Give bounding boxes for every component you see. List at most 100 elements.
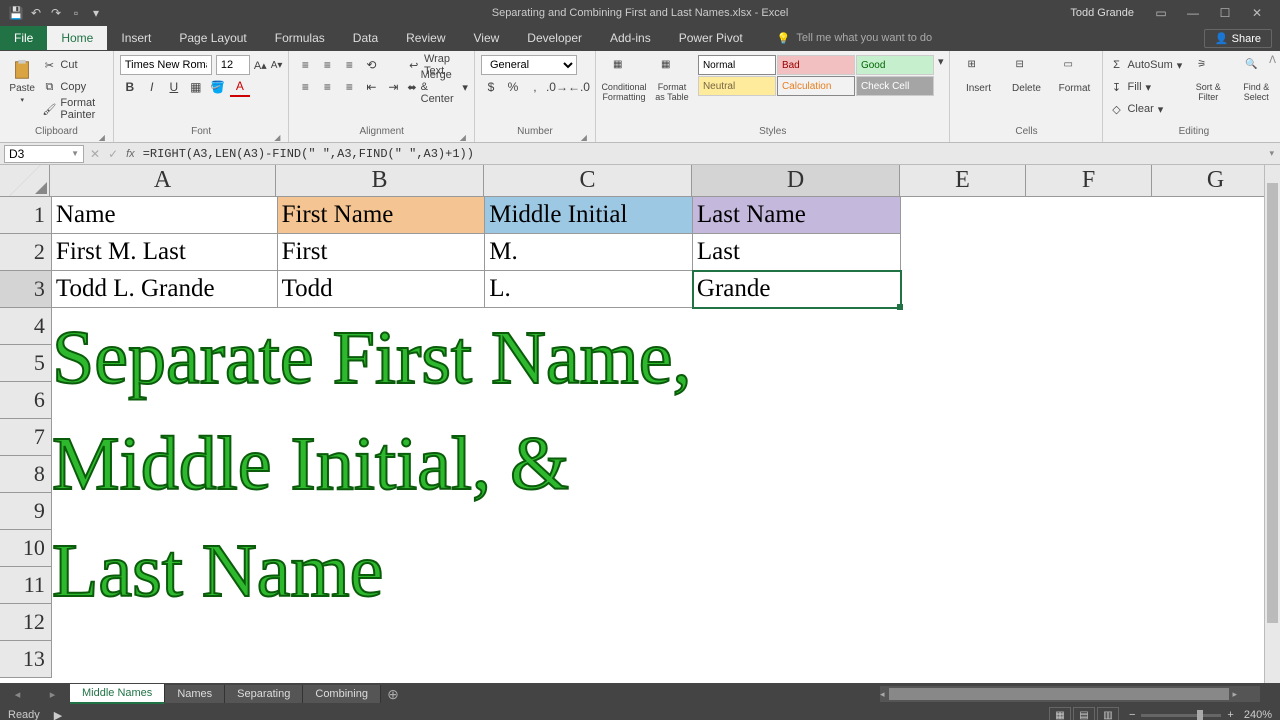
- cell[interactable]: [693, 345, 901, 382]
- tab-nav-arrows[interactable]: ◂▸: [0, 688, 70, 701]
- cell[interactable]: [1152, 197, 1280, 234]
- cell[interactable]: [1152, 530, 1280, 567]
- cell[interactable]: [901, 197, 1027, 234]
- cell[interactable]: [485, 493, 693, 530]
- cell[interactable]: [693, 419, 901, 456]
- cell[interactable]: [1152, 308, 1280, 345]
- cell[interactable]: [1152, 345, 1280, 382]
- save-icon[interactable]: 💾: [8, 5, 24, 21]
- cell[interactable]: [1026, 271, 1152, 308]
- zoom-level[interactable]: 240%: [1244, 709, 1272, 720]
- name-box[interactable]: D3▼: [4, 145, 84, 163]
- tab-file[interactable]: File: [0, 26, 47, 50]
- tab-data[interactable]: Data: [339, 26, 392, 50]
- cell[interactable]: [52, 382, 278, 419]
- cell[interactable]: [485, 382, 693, 419]
- cell[interactable]: [1026, 604, 1152, 641]
- row-header[interactable]: 4: [0, 308, 52, 345]
- cell[interactable]: [693, 604, 901, 641]
- increase-font-icon[interactable]: A▴: [254, 59, 267, 72]
- cell[interactable]: [901, 234, 1027, 271]
- cell[interactable]: [1152, 641, 1280, 678]
- cell[interactable]: Last: [693, 234, 901, 271]
- cell[interactable]: Todd: [278, 271, 486, 308]
- cell[interactable]: [52, 419, 278, 456]
- col-header-E[interactable]: E: [900, 165, 1026, 197]
- cell[interactable]: Grande: [693, 271, 901, 308]
- cell[interactable]: [901, 567, 1027, 604]
- user-name[interactable]: Todd Grande: [1070, 7, 1134, 19]
- share-button[interactable]: 👤 Share: [1204, 29, 1272, 48]
- maximize-icon[interactable]: ☐: [1210, 6, 1240, 20]
- undo-icon[interactable]: ↶: [28, 5, 44, 21]
- cell[interactable]: [901, 493, 1027, 530]
- align-bottom-icon[interactable]: ≡: [339, 55, 359, 75]
- row-header[interactable]: 13: [0, 641, 52, 678]
- cell[interactable]: [1152, 382, 1280, 419]
- delete-cells-button[interactable]: ⊟Delete: [1004, 55, 1048, 98]
- cell[interactable]: [278, 567, 486, 604]
- cell[interactable]: [1026, 493, 1152, 530]
- cell[interactable]: [693, 493, 901, 530]
- cell[interactable]: [278, 382, 486, 419]
- cell[interactable]: [901, 345, 1027, 382]
- cell[interactable]: [1026, 530, 1152, 567]
- comma-icon[interactable]: ,: [525, 77, 545, 97]
- cell[interactable]: [278, 345, 486, 382]
- fill-color-button[interactable]: 🪣: [208, 77, 228, 97]
- cancel-formula-icon[interactable]: ✕: [90, 147, 100, 161]
- row-header[interactable]: 9: [0, 493, 52, 530]
- underline-button[interactable]: U: [164, 77, 184, 97]
- align-middle-icon[interactable]: ≡: [317, 55, 337, 75]
- col-header-D[interactable]: D: [692, 165, 900, 197]
- currency-icon[interactable]: $: [481, 77, 501, 97]
- vertical-scrollbar[interactable]: [1264, 165, 1280, 683]
- inc-decimal-icon[interactable]: .0→: [547, 77, 567, 97]
- orientation-icon[interactable]: ⟲: [361, 55, 381, 75]
- row-header[interactable]: 10: [0, 530, 52, 567]
- tell-me[interactable]: 💡Tell me what you want to do: [777, 32, 932, 45]
- cell[interactable]: [1026, 456, 1152, 493]
- expand-formula-icon[interactable]: ▾: [1269, 148, 1274, 159]
- row-header[interactable]: 7: [0, 419, 52, 456]
- align-left-icon[interactable]: ≡: [295, 77, 315, 97]
- cell[interactable]: [278, 604, 486, 641]
- tab-page-layout[interactable]: Page Layout: [165, 26, 260, 50]
- cell[interactable]: First M. Last: [52, 234, 278, 271]
- row-header[interactable]: 12: [0, 604, 52, 641]
- percent-icon[interactable]: %: [503, 77, 523, 97]
- cell[interactable]: Todd L. Grande: [52, 271, 278, 308]
- cell[interactable]: [693, 567, 901, 604]
- number-format-select[interactable]: General: [481, 55, 577, 75]
- cell[interactable]: [485, 456, 693, 493]
- fx-icon[interactable]: fx: [126, 148, 135, 160]
- col-header-A[interactable]: A: [50, 165, 276, 197]
- ribbon-options-icon[interactable]: ▭: [1146, 6, 1176, 20]
- font-size-select[interactable]: [216, 55, 250, 75]
- cut-button[interactable]: ✂Cut: [42, 55, 106, 75]
- cell[interactable]: [52, 456, 278, 493]
- format-as-table-button[interactable]: ▦Format as Table: [650, 55, 694, 107]
- indent-dec-icon[interactable]: ⇤: [361, 77, 381, 97]
- horizontal-scrollbar[interactable]: ◂▸: [880, 686, 1260, 702]
- border-button[interactable]: ▦: [186, 77, 206, 97]
- cell[interactable]: [1152, 419, 1280, 456]
- sheet-tab-separating[interactable]: Separating: [225, 685, 303, 703]
- indent-inc-icon[interactable]: ⇥: [383, 77, 403, 97]
- row-header[interactable]: 5: [0, 345, 52, 382]
- row-header[interactable]: 8: [0, 456, 52, 493]
- style-checkcell[interactable]: Check Cell: [856, 76, 934, 96]
- cell[interactable]: [278, 419, 486, 456]
- new-icon[interactable]: ▫: [68, 5, 84, 21]
- cell[interactable]: [485, 308, 693, 345]
- collapse-ribbon-icon[interactable]: ᐱ: [1269, 55, 1276, 66]
- row-header[interactable]: 11: [0, 567, 52, 604]
- cell[interactable]: [693, 308, 901, 345]
- select-all-corner[interactable]: [0, 165, 50, 197]
- cell[interactable]: First Name: [278, 197, 486, 234]
- cell[interactable]: Name: [52, 197, 278, 234]
- font-name-select[interactable]: [120, 55, 212, 75]
- cell[interactable]: [52, 493, 278, 530]
- tab-view[interactable]: View: [460, 26, 514, 50]
- style-bad[interactable]: Bad: [777, 55, 855, 75]
